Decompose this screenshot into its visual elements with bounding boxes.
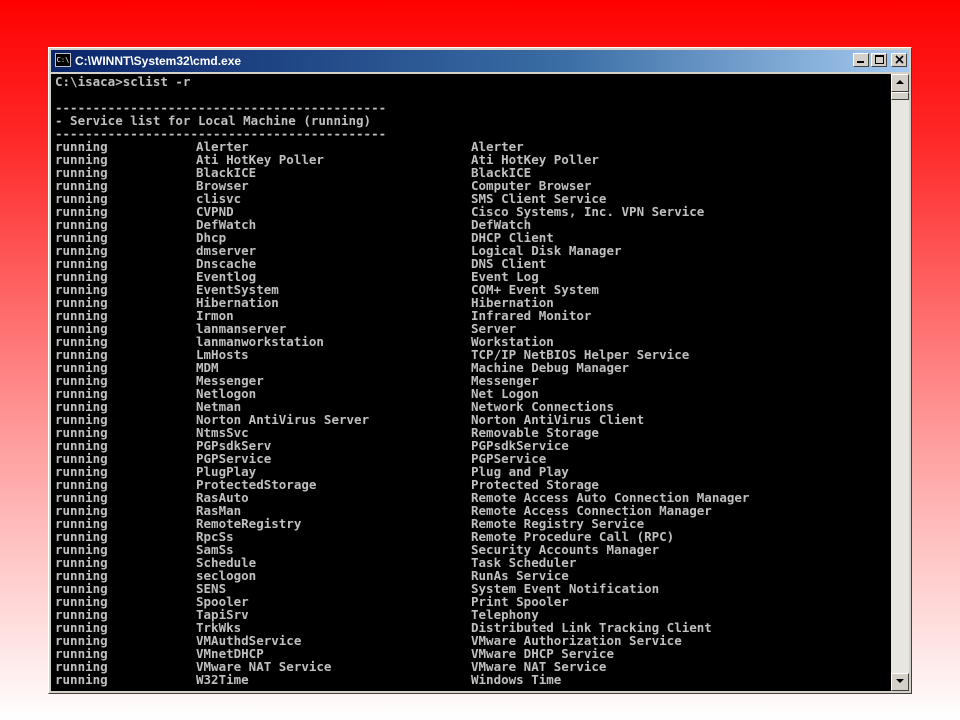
service-row: running W32Time Windows Time	[51, 673, 891, 686]
scroll-up-button[interactable]	[891, 74, 909, 92]
scroll-down-button[interactable]	[891, 673, 909, 691]
cmd-icon[interactable]: C:\	[55, 53, 71, 67]
close-button[interactable]	[891, 53, 907, 67]
maximize-button[interactable]	[871, 53, 887, 67]
service-name: W32Time	[196, 672, 249, 687]
window-title: C:\WINNT\System32\cmd.exe	[75, 54, 242, 68]
minimize-icon	[857, 61, 864, 63]
service-status: running	[55, 672, 108, 687]
close-icon	[894, 55, 904, 64]
command-prompt-line: C:\isaca>sclist -r	[55, 74, 191, 89]
arrow-up-icon	[896, 80, 904, 84]
maximize-icon	[874, 55, 884, 64]
service-display: Windows Time	[471, 672, 562, 687]
arrow-down-icon	[896, 679, 904, 683]
console-output[interactable]: C:\isaca>sclist -r ---------------------…	[51, 74, 891, 691]
vertical-scrollbar[interactable]	[891, 74, 909, 691]
cmd-window: C:\ C:\WINNT\System32\cmd.exe C:\isaca>s…	[48, 47, 912, 694]
scroll-thumb[interactable]	[891, 92, 909, 100]
title-bar[interactable]: C:\ C:\WINNT\System32\cmd.exe	[51, 50, 909, 72]
minimize-button[interactable]	[853, 53, 869, 67]
